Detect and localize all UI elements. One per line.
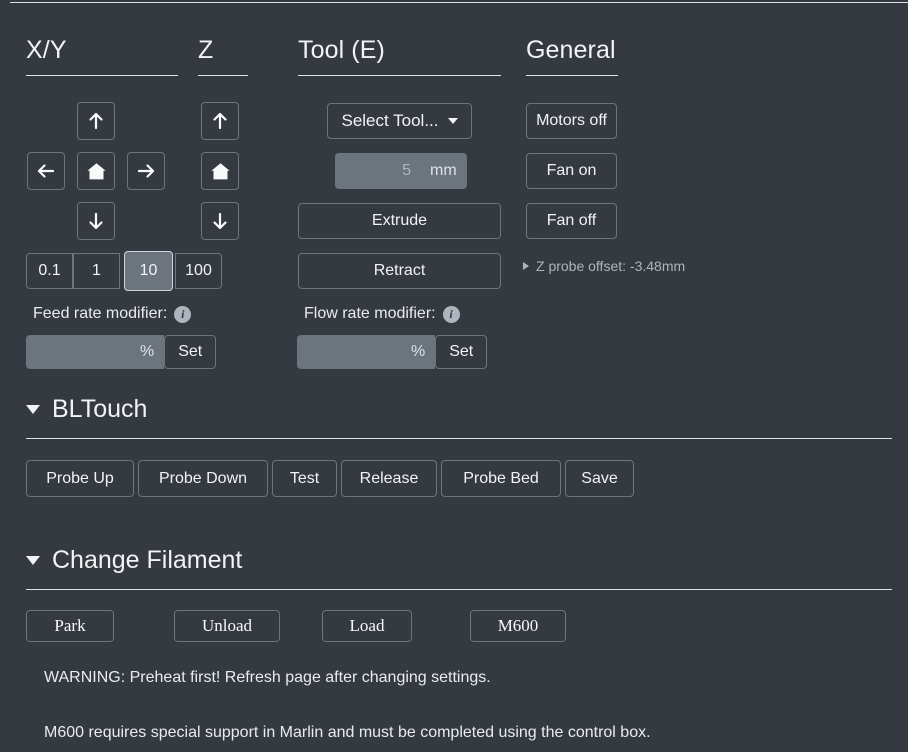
- probe-bed-button[interactable]: Probe Bed: [441, 460, 561, 497]
- z-jog-up-button[interactable]: [201, 102, 239, 140]
- m600-button[interactable]: M600: [470, 610, 566, 642]
- retract-button[interactable]: Retract: [298, 253, 501, 289]
- jog-control-panel: X/Y Z Tool (E) General: [0, 0, 908, 752]
- xy-jog-up-button[interactable]: [77, 102, 115, 140]
- step-size-button-1[interactable]: 1: [73, 253, 120, 289]
- flow-rate-unit: %: [401, 335, 435, 369]
- arrow-right-icon: [136, 161, 156, 181]
- motors-off-button[interactable]: Motors off: [526, 103, 617, 139]
- info-icon[interactable]: i: [174, 306, 191, 323]
- extrude-amount-unit: mm: [420, 153, 467, 189]
- feed-rate-label-group: Feed rate modifier: i: [33, 305, 191, 323]
- heading-general-rule: [526, 75, 618, 76]
- flow-rate-label-group: Flow rate modifier: i: [304, 305, 460, 323]
- arrow-up-icon: [86, 111, 106, 131]
- feed-rate-input[interactable]: [26, 335, 130, 369]
- probe-up-button[interactable]: Probe Up: [26, 460, 134, 497]
- feed-rate-input-group: % Set: [26, 335, 216, 369]
- heading-general: General: [526, 36, 616, 65]
- z-jog-down-button[interactable]: [201, 202, 239, 240]
- flow-rate-label: Flow rate modifier:: [304, 305, 436, 323]
- triangle-down-icon: [26, 556, 40, 565]
- flow-rate-set-button[interactable]: Set: [435, 335, 487, 369]
- step-size-button-2[interactable]: 10: [124, 251, 173, 291]
- z-probe-offset-toggle[interactable]: Z probe offset: -3.48mm: [523, 258, 685, 274]
- select-tool-label: Select Tool...: [341, 111, 438, 131]
- xy-home-button[interactable]: [77, 152, 115, 190]
- feed-rate-unit: %: [130, 335, 164, 369]
- chevron-down-icon: [448, 118, 458, 124]
- heading-tool-rule: [298, 75, 501, 76]
- arrow-down-icon: [86, 211, 106, 231]
- info-icon[interactable]: i: [443, 306, 460, 323]
- park-button[interactable]: Park: [26, 610, 114, 642]
- top-divider: [10, 2, 908, 3]
- z-home-button[interactable]: [201, 152, 239, 190]
- release-button[interactable]: Release: [341, 460, 437, 497]
- fan-off-button[interactable]: Fan off: [526, 203, 617, 239]
- preheat-warning-text: WARNING: Preheat first! Refresh page aft…: [44, 669, 491, 687]
- arrow-up-icon: [210, 111, 230, 131]
- change-filament-section-header[interactable]: Change Filament: [26, 546, 242, 575]
- home-icon: [86, 161, 107, 182]
- step-size-button-3[interactable]: 100: [175, 253, 222, 289]
- heading-z: Z: [198, 36, 213, 65]
- arrow-down-icon: [210, 211, 230, 231]
- change-filament-section-rule: [26, 589, 892, 590]
- extrude-button[interactable]: Extrude: [298, 203, 501, 239]
- heading-z-rule: [198, 75, 248, 76]
- heading-xy-rule: [26, 75, 178, 76]
- feed-rate-set-button[interactable]: Set: [164, 335, 216, 369]
- flow-rate-input[interactable]: [297, 335, 401, 369]
- extrude-amount-input-group: mm: [335, 153, 467, 189]
- heading-xy: X/Y: [26, 36, 67, 65]
- load-button[interactable]: Load: [322, 610, 412, 642]
- step-size-button-0[interactable]: 0.1: [26, 253, 73, 289]
- test-button[interactable]: Test: [272, 460, 337, 497]
- select-tool-dropdown[interactable]: Select Tool...: [327, 103, 472, 139]
- xy-jog-left-button[interactable]: [27, 152, 65, 190]
- triangle-down-icon: [26, 405, 40, 414]
- save-button[interactable]: Save: [565, 460, 634, 497]
- home-icon: [210, 161, 231, 182]
- unload-button[interactable]: Unload: [174, 610, 280, 642]
- arrow-left-icon: [36, 161, 56, 181]
- flow-rate-input-group: % Set: [297, 335, 487, 369]
- z-probe-offset-label: Z probe offset: -3.48mm: [536, 258, 685, 274]
- m600-warning-text: M600 requires special support in Marlin …: [44, 724, 651, 742]
- bltouch-section-header[interactable]: BLTouch: [26, 395, 147, 424]
- bltouch-section-title: BLTouch: [52, 395, 147, 424]
- probe-down-button[interactable]: Probe Down: [138, 460, 268, 497]
- heading-tool: Tool (E): [298, 36, 385, 65]
- extrude-amount-input[interactable]: [335, 153, 420, 189]
- change-filament-section-title: Change Filament: [52, 546, 242, 575]
- feed-rate-label: Feed rate modifier:: [33, 305, 167, 323]
- xy-jog-right-button[interactable]: [127, 152, 165, 190]
- triangle-right-icon: [523, 262, 529, 270]
- bltouch-section-rule: [26, 438, 892, 439]
- xy-jog-down-button[interactable]: [77, 202, 115, 240]
- fan-on-button[interactable]: Fan on: [526, 153, 617, 189]
